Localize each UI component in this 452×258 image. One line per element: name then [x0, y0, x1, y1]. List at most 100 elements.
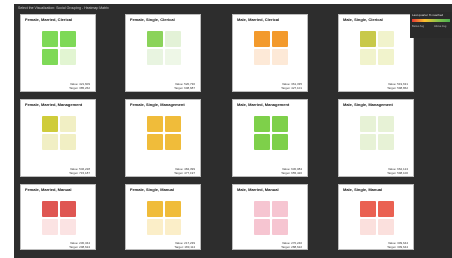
card-values: Value: 217,239Target: 183,114Status: 0.3…	[174, 241, 195, 250]
heatmap-cell[interactable]	[254, 116, 270, 132]
heatmap-card[interactable]: Male, Married, Manual Value: 270,240 Targe…	[232, 184, 308, 250]
heatmap-cell[interactable]	[165, 219, 181, 235]
heatmap-card[interactable]: Female, Single, Manual Value: 217,239 Targ…	[125, 184, 201, 250]
heatmap-grid	[254, 31, 288, 65]
card-values: Value: 630,084 Target: 655,420 Status: 0.4…	[281, 167, 302, 177]
legend-low-label: Below Avg	[412, 25, 425, 28]
heatmap-cell[interactable]	[165, 116, 181, 132]
heatmap-card[interactable]: Female, Single, Clerical Value: 520,730 Ta…	[125, 14, 201, 92]
heatmap-cell[interactable]	[147, 49, 163, 65]
heatmap-cell[interactable]	[147, 134, 163, 150]
card-values: Value: 230,344Target: 208,624Status: 0.1…	[69, 241, 90, 250]
heatmap-cell[interactable]	[60, 219, 76, 235]
heatmap-cell[interactable]	[42, 31, 58, 47]
heatmap-cell[interactable]	[60, 116, 76, 132]
heatmap-grid	[360, 31, 394, 65]
heatmap-card[interactable]: Male, Single, Clerical Value: 519,631 Targ…	[338, 14, 414, 92]
card-values: Value: 520,730 Target: 608,687 Status: 0.7…	[174, 82, 195, 92]
heatmap-grid	[147, 31, 181, 65]
card-status: Status: 0.45	[285, 175, 302, 177]
heatmap-cell[interactable]	[60, 134, 76, 150]
heatmap-cell[interactable]	[42, 134, 58, 150]
legend-title: Last quarter % reached	[412, 13, 444, 17]
heatmap-cell[interactable]	[60, 201, 76, 217]
heatmap-cell[interactable]	[378, 31, 394, 47]
heatmap-cell[interactable]	[147, 116, 163, 132]
heatmap-card[interactable]: Female, Single, Management Value: 484,399…	[125, 99, 201, 177]
card-values: Value: 546,228 Target: 715,187 Status: 0.6…	[69, 167, 90, 176]
heatmap-cell[interactable]	[378, 219, 394, 235]
heatmap-cell[interactable]	[360, 116, 376, 132]
card-title: Female, Single, Clerical	[130, 17, 175, 22]
heatmap-cell[interactable]	[147, 219, 163, 235]
heatmap-grid	[360, 116, 394, 150]
heatmap-grid	[42, 116, 76, 150]
heatmap-grid	[254, 201, 288, 235]
card-values: Value: 519,631 Target: 598,862 Status: 0.7…	[387, 82, 408, 92]
window-title: Select the Visualization: Social Groupin…	[18, 6, 109, 10]
heatmap-cell[interactable]	[272, 49, 288, 65]
heatmap-card[interactable]: Female, Married, Manual Value: 230,344 Tar…	[20, 184, 96, 250]
heatmap-card[interactable]: Male, Single, Manual Value: 309,644 Target…	[338, 184, 414, 250]
card-status: Status: 0.77	[178, 90, 195, 92]
card-status: Status: 0.74	[391, 175, 408, 177]
heatmap-cell[interactable]	[360, 31, 376, 47]
card-values: Value: 361,335 Target: 427,101 Status: 0.4…	[281, 82, 302, 91]
heatmap-cell[interactable]	[272, 134, 288, 150]
heatmap-cell[interactable]	[254, 31, 270, 47]
heatmap-cell[interactable]	[360, 49, 376, 65]
heatmap-cell[interactable]	[42, 116, 58, 132]
heatmap-cell[interactable]	[165, 134, 181, 150]
card-status: Status: 0.25	[387, 249, 408, 250]
card-title: Male, Married, Management	[237, 102, 290, 107]
card-values: Value: 484,399 Target: 477,197 Status: 0.6…	[174, 167, 195, 177]
card-status: Status: 0.49	[73, 90, 90, 92]
heatmap-cell[interactable]	[147, 31, 163, 47]
card-status: Status: 0.30	[174, 249, 195, 250]
legend-panel: Last quarter % reached Below Avg Above A…	[410, 12, 452, 38]
heatmap-cell[interactable]	[272, 116, 288, 132]
heatmap-card[interactable]: Male, Married, Management Value: 630,084 T…	[232, 99, 308, 177]
heatmap-cell[interactable]	[254, 134, 270, 150]
card-values: Value: 421,609 Target: 385,262 Status: 0.4…	[69, 82, 90, 92]
card-title: Female, Married, Management	[25, 102, 83, 107]
heatmap-cell[interactable]	[272, 219, 288, 235]
heatmap-card[interactable]: Female, Married, Clerical Value: 421,609 T…	[20, 14, 96, 92]
heatmap-cell[interactable]	[360, 201, 376, 217]
heatmap-cell[interactable]	[60, 31, 76, 47]
heatmap-cell[interactable]	[42, 201, 58, 217]
card-title: Male, Married, Clerical	[237, 17, 280, 22]
card-title: Male, Single, Clerical	[343, 17, 383, 22]
heatmap-cell[interactable]	[272, 201, 288, 217]
heatmap-cell[interactable]	[360, 134, 376, 150]
card-values: Value: 662,124 Target: 598,100 Status: 0.7…	[387, 167, 408, 177]
card-values: Value: 270,240Target: 288,622Status: 0.2…	[281, 241, 302, 250]
card-title: Female, Married, Clerical	[25, 17, 73, 22]
heatmap-cell[interactable]	[272, 31, 288, 47]
heatmap-cell[interactable]	[378, 49, 394, 65]
heatmap-cell[interactable]	[378, 134, 394, 150]
heatmap-cell[interactable]	[360, 219, 376, 235]
card-status: Status: 0.70	[391, 90, 408, 92]
heatmap-card[interactable]: Male, Single, Management Value: 662,124 Ta…	[338, 99, 414, 177]
heatmap-card[interactable]: Male, Married, Clerical Value: 361,335 Tar…	[232, 14, 308, 92]
heatmap-cell[interactable]	[165, 49, 181, 65]
heatmap-cell[interactable]	[378, 201, 394, 217]
heatmap-cell[interactable]	[60, 49, 76, 65]
card-title: Female, Single, Manual	[130, 187, 175, 192]
heatmap-cell[interactable]	[378, 116, 394, 132]
heatmap-cell[interactable]	[254, 219, 270, 235]
heatmap-cell[interactable]	[254, 49, 270, 65]
card-title: Female, Single, Management	[130, 102, 185, 107]
card-status: Status: 0.21	[281, 249, 302, 250]
heatmap-cell[interactable]	[42, 219, 58, 235]
card-status: Status: 0.61	[178, 175, 195, 177]
card-title: Male, Married, Manual	[237, 187, 279, 192]
heatmap-cell[interactable]	[147, 201, 163, 217]
card-status: Status: 0.13	[69, 249, 90, 250]
heatmap-cell[interactable]	[254, 201, 270, 217]
heatmap-card[interactable]: Female, Married, Management Value: 546,22…	[20, 99, 96, 177]
heatmap-cell[interactable]	[42, 49, 58, 65]
heatmap-cell[interactable]	[165, 31, 181, 47]
heatmap-cell[interactable]	[165, 201, 181, 217]
